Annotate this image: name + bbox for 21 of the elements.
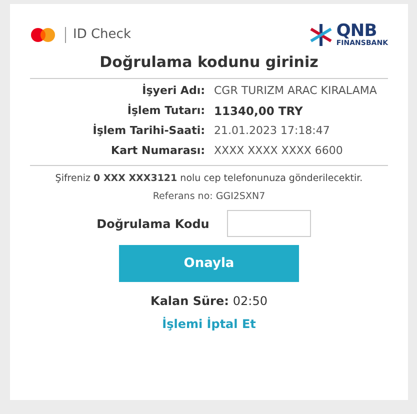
detail-label: İşlem Tarihi-Saati: [92, 123, 205, 140]
cancel-link[interactable]: İşlemi İptal Et [162, 315, 256, 333]
code-label: Doğrulama Kodu [96, 216, 210, 232]
brand-text: ID Check [73, 26, 131, 44]
detail-value: XXXX XXXX XXXX 6600 [214, 143, 343, 160]
timer-label: Kalan Süre: [150, 293, 229, 310]
overlapping-circles-icon [30, 28, 58, 42]
detail-label: Kart Numarası: [110, 143, 205, 160]
detail-value: 11340,00 TRY [214, 102, 303, 120]
detail-value: 21.01.2023 17:18:47 [214, 123, 330, 140]
detail-value: CGR TURIZM ARAC KIRALAMA [214, 83, 377, 100]
star-logo-icon [309, 23, 334, 47]
page-title: Doğrulama kodunu giriniz [30, 51, 388, 78]
detail-label: İşlem Tutarı: [126, 103, 205, 120]
bank-name: QNB [336, 23, 377, 40]
reference-number: Referans no: GGI2SXN7 [152, 190, 266, 204]
code-input[interactable] [227, 210, 312, 237]
sms-notice: Şifreniz 0 XXX XXX3121 nolu cep telefonunuza gönderilecektir. [54, 172, 364, 186]
detail-label: İşyeri Adı: [141, 83, 205, 100]
timer-value: 02:50 [232, 293, 268, 310]
submit-button[interactable]: Onayla [119, 245, 299, 282]
